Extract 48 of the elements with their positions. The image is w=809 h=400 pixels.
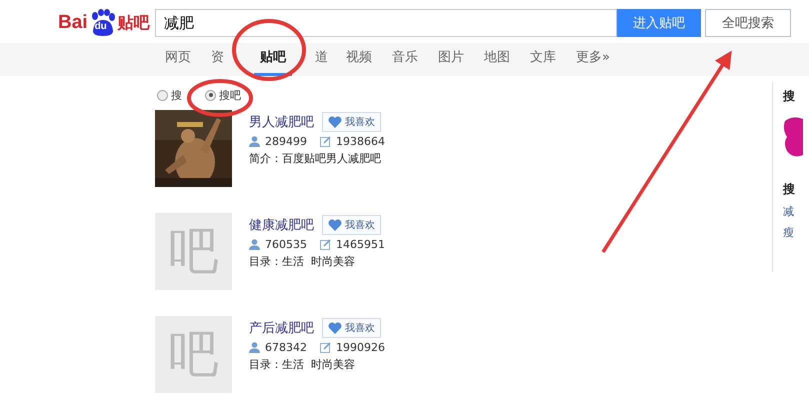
heart-icon xyxy=(328,322,342,334)
nav-tab[interactable]: 图片 xyxy=(438,43,484,76)
post-count: 1938664 xyxy=(336,135,385,148)
logo-text: 贴吧 xyxy=(118,12,150,34)
edit-icon xyxy=(320,136,331,147)
sidebar-link[interactable]: 瘦 xyxy=(783,225,809,240)
member-count: 289499 xyxy=(265,135,307,148)
nav-tab[interactable]: 资 xyxy=(211,43,257,76)
sidebar-heading: 搜 xyxy=(783,181,796,198)
member-count: 678342 xyxy=(265,341,307,354)
edit-icon xyxy=(320,342,331,353)
nav-tab[interactable]: 视频 xyxy=(346,43,392,76)
like-button[interactable]: 我喜欢 xyxy=(322,112,381,132)
forum-name[interactable]: 产后减肥吧 xyxy=(249,319,314,337)
nav-tab[interactable]: 网页 xyxy=(165,43,211,76)
heart-icon xyxy=(328,116,342,128)
sidebar-heading: 搜 xyxy=(783,88,796,105)
radio-label[interactable]: 搜吧 xyxy=(219,88,241,102)
search-field[interactable]: 减肥 xyxy=(155,9,617,37)
search-all-button[interactable]: 全吧搜索 xyxy=(705,9,791,37)
radio-label[interactable]: 搜 xyxy=(171,88,182,102)
user-icon xyxy=(249,136,260,147)
sidebar-link[interactable]: 减 xyxy=(783,204,809,219)
like-button[interactable]: 我喜欢 xyxy=(322,215,381,235)
nav-tab[interactable]: 贴吧 xyxy=(254,43,292,76)
logo-text: Bai xyxy=(58,12,88,34)
radio-button[interactable] xyxy=(205,90,216,100)
user-icon xyxy=(249,342,260,353)
enter-forum-button[interactable]: 进入贴吧 xyxy=(617,9,701,37)
member-count: 760535 xyxy=(265,238,307,251)
nav-tab[interactable]: 地图 xyxy=(484,43,530,76)
user-icon xyxy=(249,239,260,250)
like-button[interactable]: 我喜欢 xyxy=(322,318,381,338)
logo-text: du xyxy=(94,21,107,32)
nav-tab[interactable]: 音乐 xyxy=(392,43,438,76)
radio-button[interactable] xyxy=(157,90,168,100)
forum-name[interactable]: 健康减肥吧 xyxy=(249,216,314,234)
post-count: 1990926 xyxy=(336,341,385,354)
edit-icon xyxy=(320,239,331,250)
forum-description: 简介：百度贴吧男人减肥吧 xyxy=(249,151,382,166)
forum-name[interactable]: 男人减肥吧 xyxy=(249,113,314,131)
forum-description: 目录：生活 时尚美容 xyxy=(249,357,356,372)
nav-tab[interactable]: 道 xyxy=(300,43,346,76)
nav-tab[interactable]: 更多» xyxy=(576,43,622,76)
heart-icon xyxy=(328,219,342,231)
nav-tab[interactable]: 文库 xyxy=(530,43,576,76)
post-count: 1465951 xyxy=(336,238,385,251)
forum-description: 目录：生活 时尚美容 xyxy=(249,254,356,269)
